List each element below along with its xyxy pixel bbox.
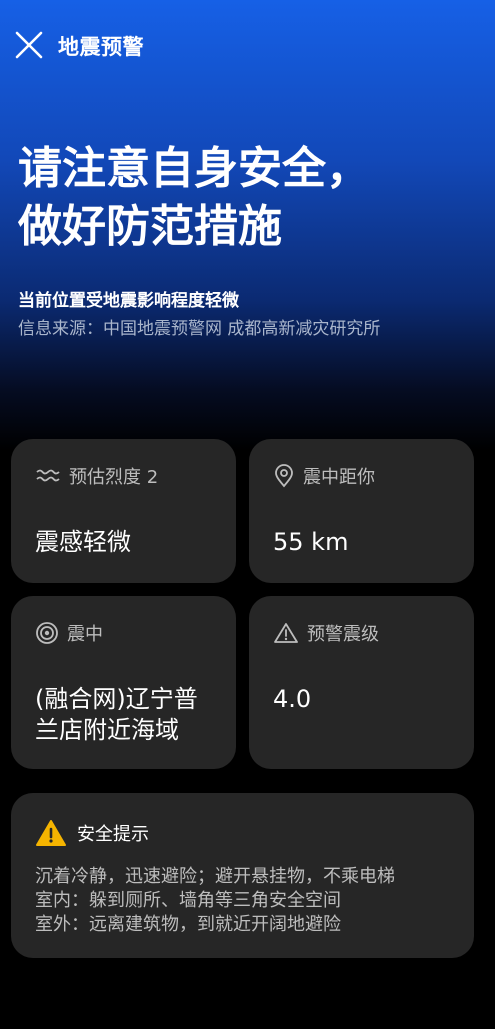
- epicenter-value-line-2: 兰店附近海域: [35, 716, 179, 744]
- waves-icon: [36, 469, 60, 482]
- warning-icon: [274, 623, 298, 643]
- epicenter-value: (融合网)辽宁普 兰店附近海域: [35, 684, 225, 746]
- distance-value: 55 km: [273, 528, 349, 556]
- intensity-value: 震感轻微: [35, 528, 131, 556]
- intensity-card: 预估烈度 2 震感轻微: [11, 439, 236, 583]
- tips-title: 安全提示: [77, 824, 149, 845]
- intensity-label: 预估烈度 2: [69, 467, 159, 488]
- source-text: 信息来源：中国地震预警网 成都高新减灾研究所: [18, 319, 381, 339]
- warning-filled-icon: [36, 820, 66, 846]
- close-icon: [15, 31, 43, 59]
- epicenter-card: 震中 (融合网)辽宁普 兰店附近海域: [11, 596, 236, 769]
- tip-line: 室外：远离建筑物，到就近开阔地避险: [35, 914, 341, 935]
- tip-line: 沉着冷静，迅速避险；避开悬挂物，不乘电梯: [35, 866, 395, 887]
- epicenter-label: 震中: [67, 624, 103, 645]
- close-button[interactable]: [12, 28, 46, 62]
- location-pin-icon: [275, 464, 293, 488]
- top-bar: 地震预警: [0, 0, 495, 92]
- safety-tips-card: 安全提示 沉着冷静，迅速避险；避开悬挂物，不乘电梯 室内：躲到厕所、墙角等三角安…: [11, 793, 474, 958]
- epicenter-value-line-1: (融合网)辽宁普: [35, 685, 198, 713]
- tip-line: 室内：躲到厕所、墙角等三角安全空间: [35, 890, 341, 911]
- tips-list: 沉着冷静，迅速避险；避开悬挂物，不乘电梯 室内：躲到厕所、墙角等三角安全空间 室…: [35, 865, 395, 937]
- headline-line-2: 做好防范措施: [18, 201, 282, 252]
- alert-headline: 请注意自身安全， 做好防范措施: [18, 140, 478, 256]
- impact-text: 当前位置受地震影响程度轻微: [18, 291, 239, 311]
- distance-label: 震中距你: [303, 467, 375, 488]
- page-title: 地震预警: [58, 35, 144, 59]
- magnitude-value: 4.0: [273, 685, 312, 713]
- target-icon: [36, 622, 58, 644]
- magnitude-label: 预警震级: [307, 624, 379, 645]
- headline-line-1: 请注意自身安全，: [18, 143, 370, 194]
- distance-card: 震中距你 55 km: [249, 439, 474, 583]
- magnitude-card: 预警震级 4.0: [249, 596, 474, 769]
